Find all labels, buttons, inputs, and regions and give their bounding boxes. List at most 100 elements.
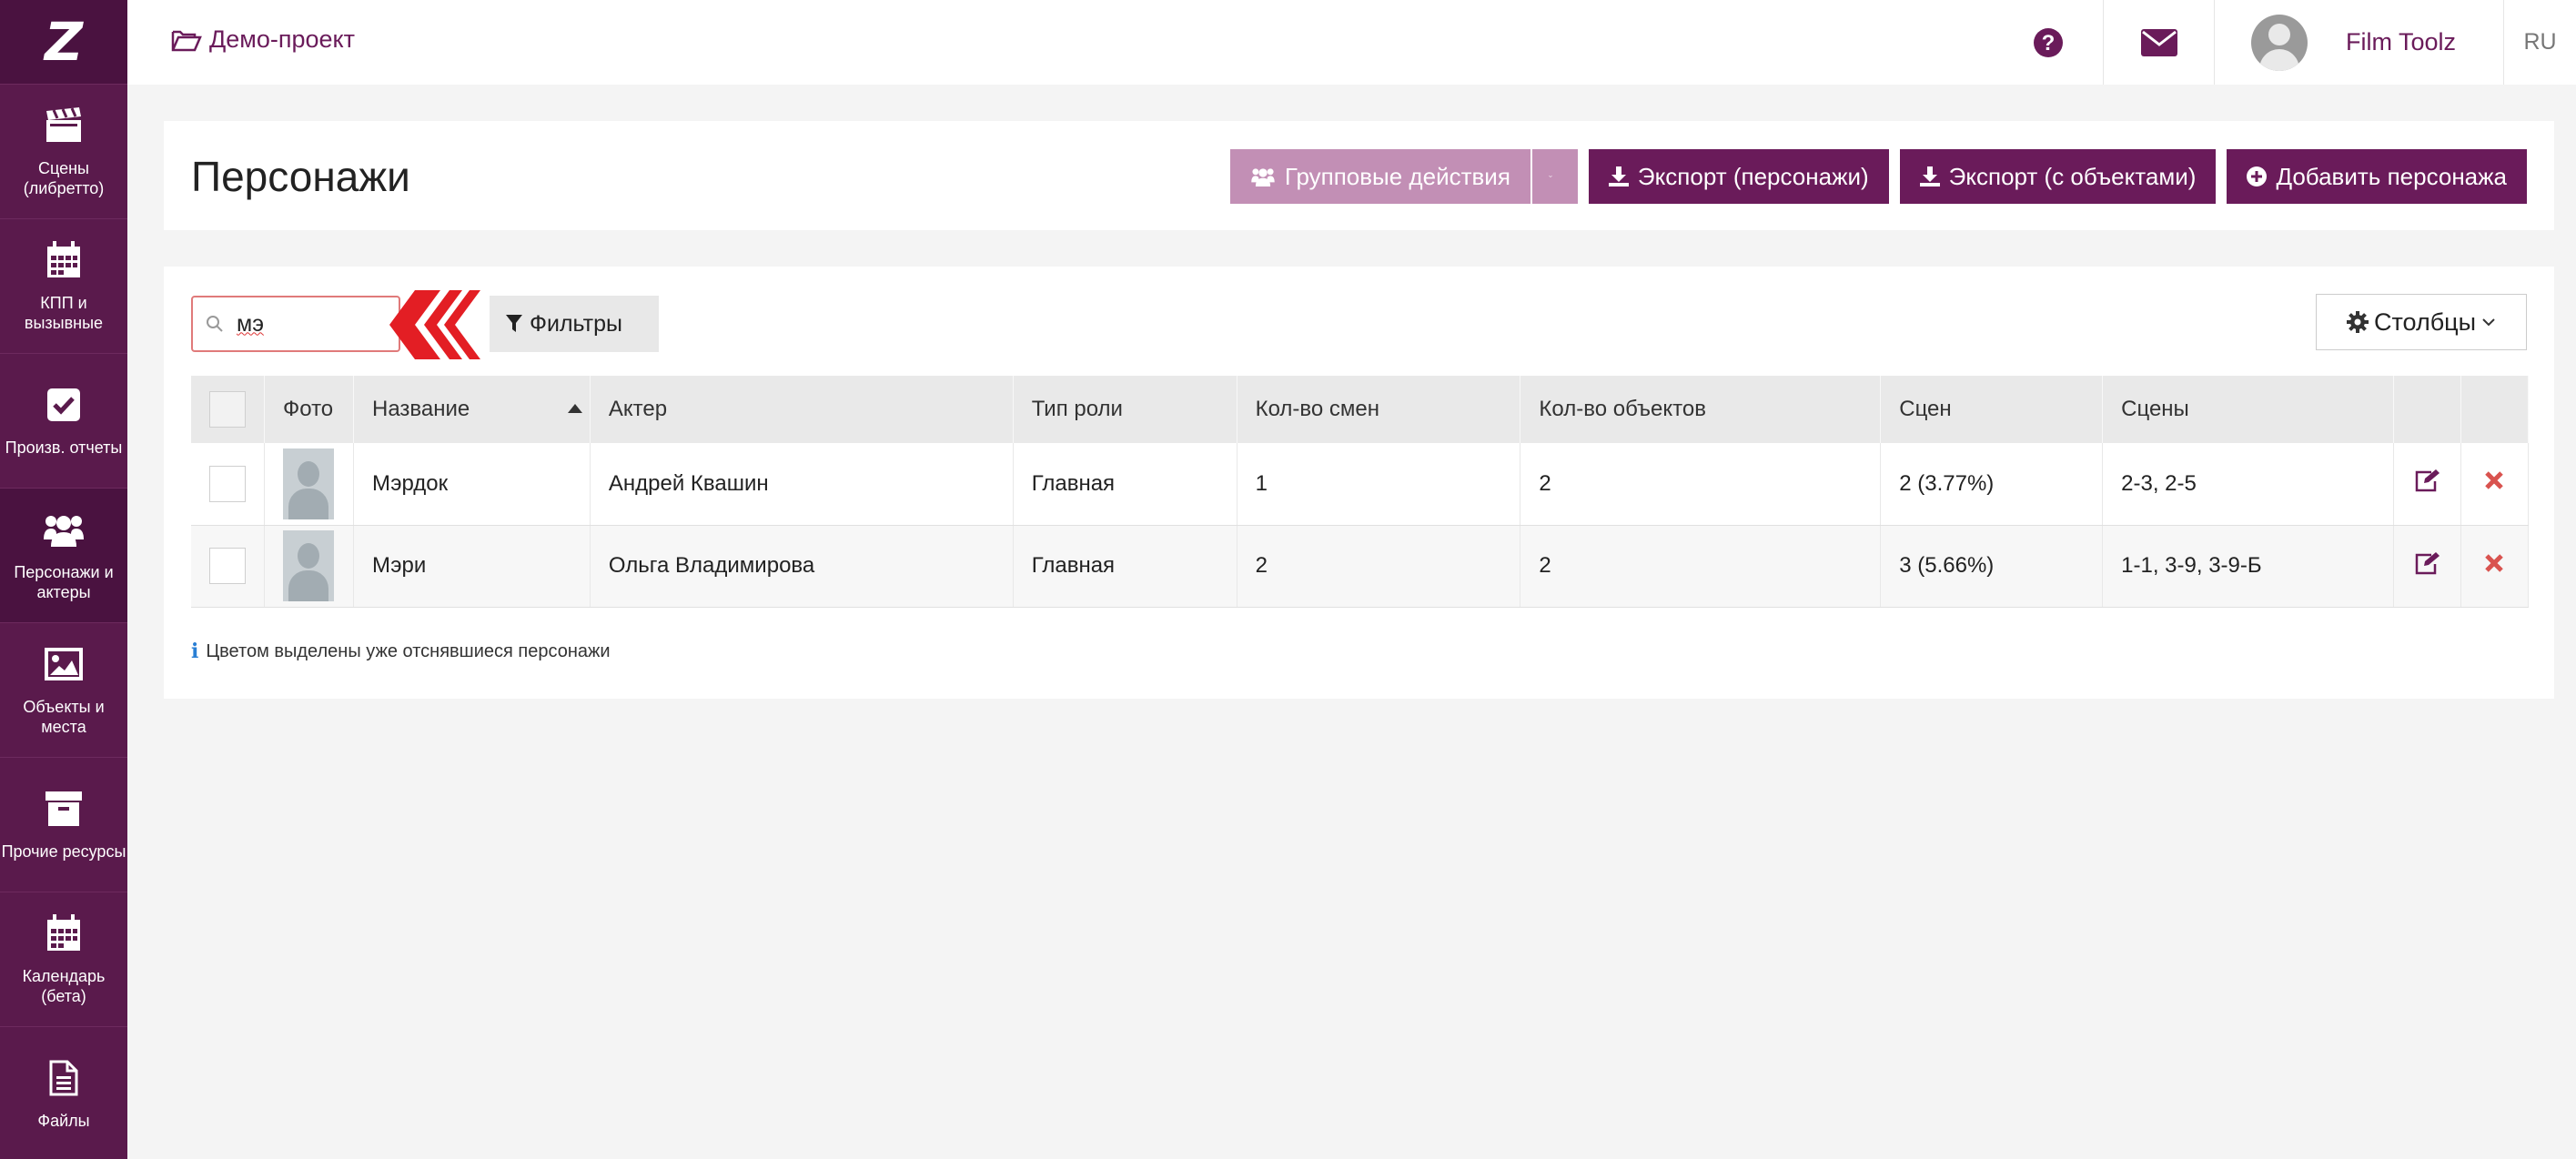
row-checkbox[interactable] [209, 465, 246, 502]
column-header-scene-count[interactable]: Сцен [1880, 376, 2104, 443]
column-header-role[interactable]: Тип роли [1013, 376, 1237, 443]
username: Film Toolz [2346, 28, 2457, 55]
filter-icon [506, 315, 522, 332]
sidebar-item-files[interactable]: Файлы [0, 1027, 127, 1159]
sidebar-item-label: Сцены (либретто) [23, 158, 105, 197]
delete-cell [2460, 525, 2530, 608]
sort-asc-icon [567, 404, 582, 413]
export-with-objects-label: Экспорт (с объектами) [1948, 162, 2197, 190]
plus-circle-icon [2247, 166, 2268, 186]
add-character-button[interactable]: Добавить персонажа [2227, 149, 2527, 204]
sidebar-item-callsheets[interactable]: КПП и вызывные [0, 219, 127, 354]
edit-icon[interactable] [2413, 551, 2440, 575]
avatar [2251, 14, 2308, 71]
envelope-icon [2140, 28, 2177, 56]
folder-open-icon [171, 30, 202, 51]
project-name: Демо-проект [209, 25, 356, 53]
users-icon [44, 509, 84, 549]
columns-label: Столбцы [2373, 307, 2477, 336]
actor-cell: Андрей Квашин [590, 443, 1014, 526]
group-actions-label: Групповые действия [1284, 162, 1510, 190]
help-button[interactable]: ? [1994, 0, 2103, 85]
name-cell: Мэри [353, 525, 591, 608]
character-photo-placeholder [283, 448, 334, 519]
file-icon [44, 1058, 84, 1098]
column-header-photo: Фото [264, 376, 354, 443]
column-header-shifts[interactable]: Кол-во смен [1237, 376, 1521, 443]
legend-note: i Цветом выделены уже отснявшиеся персон… [191, 640, 611, 663]
character-photo-placeholder [283, 530, 334, 601]
photo-cell [264, 443, 354, 526]
row-checkbox[interactable] [209, 548, 246, 584]
columns-button[interactable]: Столбцы [2316, 294, 2527, 350]
column-header-name[interactable]: Название [353, 376, 591, 443]
top-bar: Демо-проект ? Film Toolz RU [127, 0, 2576, 85]
user-menu[interactable]: Film Toolz [2214, 0, 2503, 85]
sidebar-item-resources[interactable]: Прочие ресурсы [0, 758, 127, 892]
app-logo[interactable]: Z [0, 0, 127, 85]
filters-button[interactable]: Фильтры [490, 296, 659, 352]
search-input[interactable] [237, 310, 346, 338]
calendar-icon [44, 240, 84, 280]
table-row[interactable]: Мэри Ольга Владимирова Главная 2 2 3 (5.… [191, 525, 2530, 608]
select-all-checkbox[interactable] [209, 391, 246, 428]
scene-count-cell: 3 (5.66%) [1880, 525, 2104, 608]
group-actions-button[interactable]: Групповые действия [1229, 149, 1530, 204]
project-selector[interactable]: Демо-проект [171, 25, 355, 54]
download-icon [1608, 166, 1629, 186]
shifts-cell: 2 [1237, 525, 1521, 608]
role-cell: Главная [1013, 525, 1237, 608]
messages-button[interactable] [2103, 0, 2214, 85]
export-characters-label: Экспорт (персонажи) [1637, 162, 1869, 190]
sidebar-item-label: Календарь (бета) [22, 966, 106, 1005]
delete-cell [2460, 443, 2530, 526]
tutorial-arrow-pointer [389, 290, 480, 359]
chevron-down-icon [2482, 318, 2495, 327]
edit-cell [2393, 443, 2461, 526]
objects-cell: 2 [1520, 443, 1882, 526]
characters-panel: Фильтры Столбцы Фото Название Актер Тип … [164, 267, 2554, 699]
sidebar-item-label: Файлы [37, 1112, 90, 1130]
search-box [191, 296, 400, 352]
export-characters-button[interactable]: Экспорт (персонажи) [1588, 149, 1889, 204]
group-actions-dropdown[interactable] [1531, 149, 1578, 204]
row-select-cell [191, 525, 265, 608]
image-icon [44, 644, 84, 684]
sidebar: Z Сцены (либретто) КПП и вызывные Произв… [0, 0, 127, 1159]
users-icon [1251, 168, 1275, 186]
sidebar-item-locations[interactable]: Объекты и места [0, 623, 127, 758]
language-selector[interactable]: RU [2503, 0, 2576, 85]
sidebar-item-label: КПП и вызывные [24, 293, 104, 332]
sidebar-item-scenes[interactable]: Сцены (либретто) [0, 85, 127, 219]
page-title: Персонажи [191, 153, 410, 200]
delete-icon[interactable] [2484, 553, 2504, 573]
sidebar-item-label: Объекты и места [23, 697, 105, 736]
search-icon [207, 316, 223, 332]
scenes-cell: 2-3, 2-5 [2102, 443, 2394, 526]
sidebar-item-label: Прочие ресурсы [1, 842, 126, 861]
column-header-actor[interactable]: Актер [590, 376, 1014, 443]
table-row[interactable]: Мэрдок Андрей Квашин Главная 1 2 2 (3.77… [191, 443, 2530, 526]
select-all-cell [191, 376, 265, 443]
delete-icon[interactable] [2484, 470, 2504, 490]
edit-cell [2393, 525, 2461, 608]
characters-table: Фото Название Актер Тип роли Кол-во смен… [191, 376, 2530, 608]
logo-text: Z [44, 11, 84, 73]
scene-count-cell: 2 (3.77%) [1880, 443, 2104, 526]
archive-icon [44, 789, 84, 829]
svg-text:?: ? [2042, 31, 2056, 55]
column-header-objects[interactable]: Кол-во объектов [1520, 376, 1882, 443]
clapperboard-icon [44, 106, 84, 146]
sidebar-item-characters[interactable]: Персонажи и актеры [0, 489, 127, 623]
download-icon [1919, 166, 1940, 186]
sidebar-item-calendar[interactable]: Календарь (бета) [0, 892, 127, 1027]
actor-cell: Ольга Владимирова [590, 525, 1014, 608]
edit-icon[interactable] [2413, 469, 2440, 492]
chevron-down-icon [1549, 175, 1552, 178]
export-with-objects-button[interactable]: Экспорт (с объектами) [1899, 149, 2217, 204]
add-character-label: Добавить персонажа [2276, 162, 2507, 190]
sidebar-item-reports[interactable]: Произв. отчеты [0, 354, 127, 489]
column-header-scenes[interactable]: Сцены [2102, 376, 2394, 443]
row-select-cell [191, 443, 265, 526]
column-header-edit [2393, 376, 2461, 443]
